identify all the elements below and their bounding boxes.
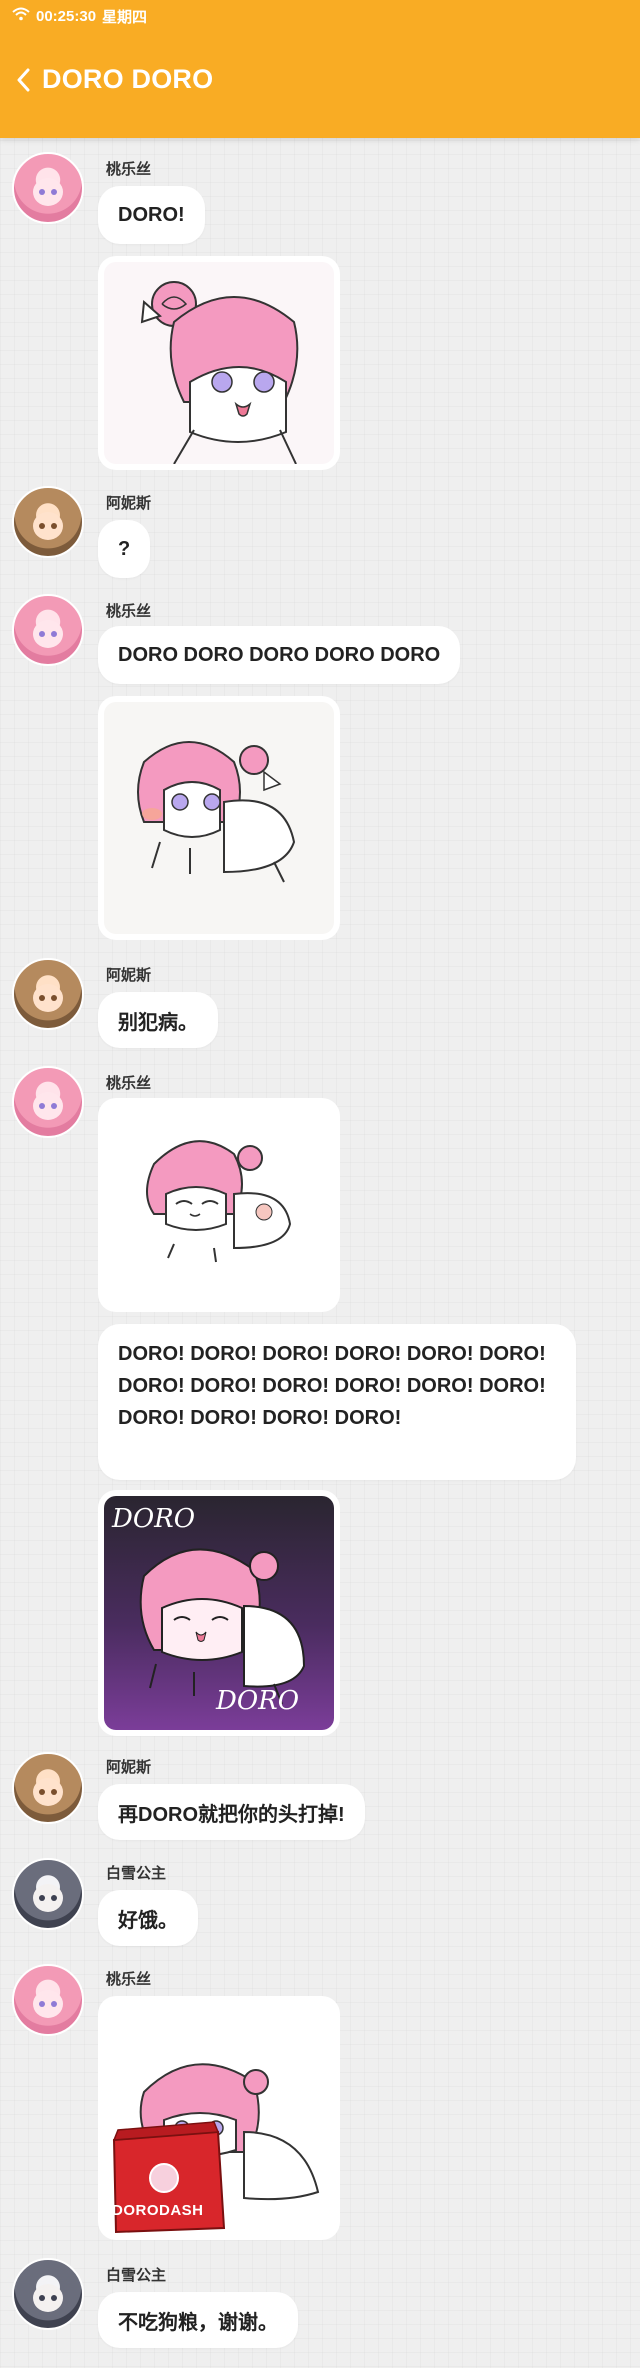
sender-name: 阿妮斯 <box>106 967 152 984</box>
avatar[interactable] <box>12 1858 84 1930</box>
wifi-icon <box>12 7 30 25</box>
sticker-caption-top: DORO <box>112 1504 196 1534</box>
avatar[interactable] <box>12 486 84 558</box>
message-bubble[interactable]: 不吃狗粮，谢谢。 <box>98 2292 298 2348</box>
message-bubble[interactable]: 再DORO就把你的头打掉! <box>98 1784 365 1840</box>
sticker-caption: DORODASH <box>112 2202 204 2219</box>
sender-name: 白雪公主 <box>106 1865 167 1882</box>
status-weekday: 星期四 <box>102 8 148 26</box>
sender-name: 桃乐丝 <box>106 1971 152 1988</box>
doro-dark-sticker[interactable]: DORO DORO <box>98 1490 340 1736</box>
avatar[interactable] <box>12 2258 84 2330</box>
doro-peek-sticker[interactable] <box>98 256 340 470</box>
title-row: DORO DORO <box>16 64 213 95</box>
sender-name: 白雪公主 <box>106 2267 167 2284</box>
message-bubble[interactable]: 好饿。 <box>98 1890 198 1946</box>
avatar[interactable] <box>12 1752 84 1824</box>
avatar[interactable] <box>12 1964 84 2036</box>
message-bubble[interactable]: ? <box>98 520 151 578</box>
avatar[interactable] <box>12 1066 84 1138</box>
message-bubble[interactable]: DORO! DORO! DORO! DORO! DORO! DORO! DORO… <box>98 1324 576 1480</box>
sticker-caption-bottom: DORO <box>216 1686 300 1716</box>
doro-crawl-sticker[interactable] <box>98 696 340 940</box>
message-bubble[interactable]: DORO! <box>98 186 205 244</box>
sender-name: 阿妮斯 <box>106 495 152 512</box>
sender-name: 阿妮斯 <box>106 1759 152 1776</box>
doro-dash-sticker[interactable]: DORODASH <box>98 1996 340 2240</box>
avatar[interactable] <box>12 152 84 224</box>
sender-name: 桃乐丝 <box>106 161 152 178</box>
app-header: 00:25:30 星期四 DORO DORO <box>0 0 640 138</box>
chevron-left-icon[interactable] <box>16 67 34 93</box>
chat-title: DORO DORO <box>42 64 214 94</box>
avatar[interactable] <box>12 958 84 1030</box>
message-bubble[interactable]: 别犯病。 <box>98 992 218 1048</box>
sender-name: 桃乐丝 <box>106 603 152 620</box>
doro-lying-sticker[interactable] <box>98 1098 340 1312</box>
avatar[interactable] <box>12 594 84 666</box>
sender-name: 桃乐丝 <box>106 1075 152 1092</box>
message-bubble[interactable]: DORO DORO DORO DORO DORO <box>98 626 461 684</box>
status-bar: 00:25:30 星期四 <box>12 5 147 27</box>
status-time: 00:25:30 <box>36 7 97 25</box>
